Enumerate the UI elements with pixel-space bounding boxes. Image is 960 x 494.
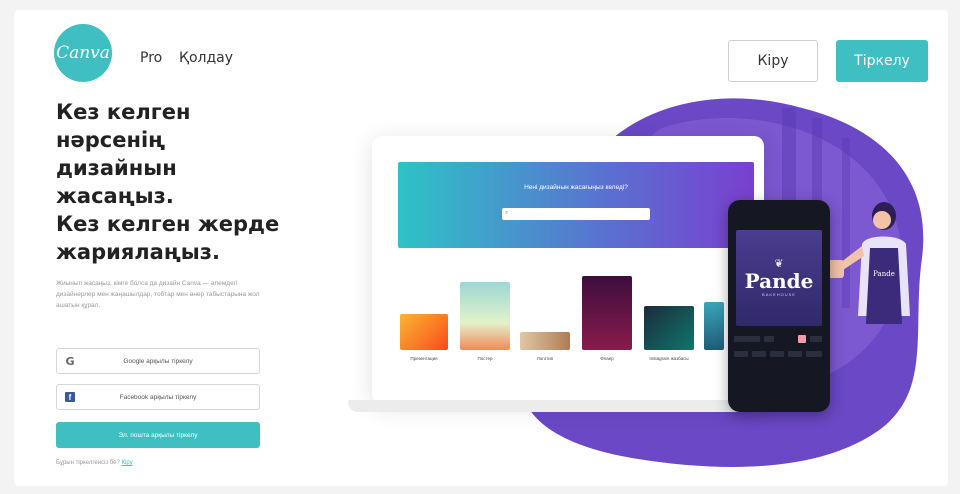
login-prompt-text: Бұрын тіркелгенсіз бе? (56, 460, 120, 466)
facebook-signup-label: Facebook арқылы тіркелу (119, 393, 197, 401)
editor-search-input[interactable]: ⌕ (502, 208, 650, 220)
facebook-signup-button[interactable]: f Facebook арқылы тіркелу (56, 384, 260, 410)
editor-banner-title: Нені дизайнын жасағыңыз келеді? (524, 184, 628, 191)
phone-design-card[interactable]: ❦ Pande BAKEHOUSE (736, 230, 822, 326)
template-caption: Презентация (410, 356, 438, 361)
template-caption: Постер (477, 356, 493, 361)
google-signup-label: Google арқылы тіркелу (123, 357, 193, 365)
template-thumb-flyer[interactable] (582, 276, 632, 350)
phone-card-subtitle: BAKEHOUSE (762, 292, 796, 297)
template-thumb-presentation[interactable] (400, 314, 448, 350)
hero-description: Жиынып жасаңыз, кімге болса да дизайн Ca… (56, 280, 260, 309)
nav-help-link[interactable]: Қолдау (179, 50, 233, 66)
facebook-icon-wrap: f (57, 392, 83, 402)
signup-button[interactable]: Тіркелу (836, 40, 928, 82)
headline-line: Кез келген жерде (56, 212, 280, 236)
hero-headline: Кез келген нәрсенің дизайнын жасаңыз. Ке… (56, 98, 286, 266)
logo-wordmark: Canva (56, 43, 110, 63)
svg-text:Pande: Pande (873, 270, 895, 278)
nav-pro-link[interactable]: Pro (140, 50, 162, 66)
phone-toolbar (734, 335, 822, 343)
headline-line: жасаңыз. (56, 184, 174, 208)
headline-line: Кез келген (56, 100, 191, 124)
template-thumb-instagram[interactable] (644, 306, 694, 350)
template-thumb-poster[interactable] (460, 282, 510, 350)
phone-card-title: Pande (744, 269, 814, 293)
phone-mockup: ❦ Pande BAKEHOUSE (728, 200, 830, 412)
laptop-base (348, 400, 788, 412)
email-signup-button[interactable]: Эл. пошта арқылы тіркелу (56, 422, 260, 448)
search-icon: ⌕ (505, 210, 509, 216)
page-frame: Canva Pro Қолдау Кіру Тіркелу Кез келген… (14, 10, 948, 486)
template-caption: Логотип (536, 356, 554, 361)
login-link[interactable]: Кіру (122, 460, 133, 466)
editor-search-banner: Нені дизайнын жасағыңыз келеді? ⌕ (398, 162, 754, 248)
google-icon: G (65, 354, 75, 368)
login-button[interactable]: Кіру (728, 40, 818, 82)
template-thumb-logo[interactable] (520, 332, 570, 350)
person-illustration: Pande (826, 202, 910, 324)
google-signup-button[interactable]: G Google арқылы тіркелу (56, 348, 260, 374)
template-caption: Instagram жазбасы (649, 356, 689, 361)
headline-line: дизайнын (56, 156, 177, 180)
template-thumb-extra[interactable] (704, 302, 724, 350)
headline-line: жариялаңыз. (56, 240, 220, 264)
headline-line: нәрсенің (56, 128, 166, 152)
login-prompt: Бұрын тіркелгенсіз бе? Кіру (56, 460, 133, 466)
facebook-icon: f (65, 392, 75, 402)
phone-font-row (734, 351, 822, 357)
canva-logo[interactable]: Canva (54, 24, 112, 82)
template-caption: Флаер (600, 356, 614, 361)
